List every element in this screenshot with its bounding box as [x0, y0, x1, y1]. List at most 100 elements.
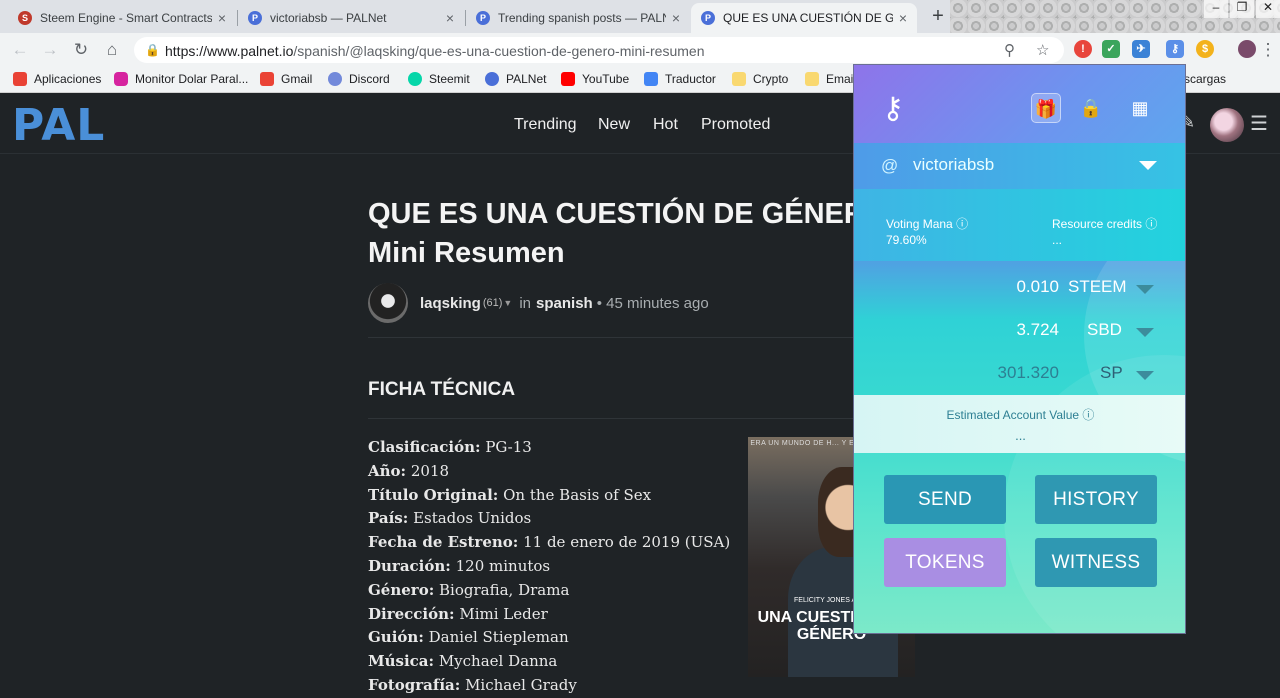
close-window-icon[interactable]: ✕ — [1256, 0, 1280, 18]
chevron-down-icon[interactable] — [1136, 285, 1154, 294]
spec-row: Clasificación: PG-13 — [368, 438, 532, 456]
tab-steem-engine[interactable]: S Steem Engine - Smart Contracts × — [8, 3, 236, 33]
post-title: QUE ES UNA CUESTIÓN DE GÉNERO Mini Resum… — [368, 198, 888, 269]
section-heading: FICHA TÉCNICA — [368, 379, 516, 400]
bookmark-traductor[interactable]: Traductor — [644, 72, 716, 86]
apps-grid-icon[interactable]: ▦ — [1125, 93, 1155, 123]
profile-avatar-icon[interactable] — [1238, 40, 1256, 58]
estimated-value-panel: Estimated Account Value ⓘ ... — [854, 395, 1185, 453]
instagram-icon — [114, 72, 128, 86]
bookmark-email[interactable]: Email — [805, 72, 856, 86]
at-icon: @ — [881, 156, 899, 175]
tab-title: victoriabsb — PALNet — [270, 11, 387, 25]
bookmark-crypto[interactable]: Crypto — [732, 72, 788, 86]
voting-mana-value: 79.60% — [886, 233, 927, 247]
translate-icon — [644, 72, 658, 86]
tab-active-article[interactable]: P QUE ES UNA CUESTIÓN DE GÉNERO × — [691, 3, 917, 33]
nav-hot[interactable]: Hot — [653, 116, 678, 134]
spec-row: País: Estados Unidos — [368, 509, 532, 528]
nav-trending[interactable]: Trending — [514, 116, 577, 134]
minimize-icon[interactable]: – — [1204, 0, 1228, 18]
tab-title: QUE ES UNA CUESTIÓN DE GÉNERO — [723, 11, 893, 25]
spec-row: Dirección: Mimi Leder — [368, 604, 548, 623]
spec-row: Título Original: On the Basis of Sex — [368, 485, 652, 504]
close-icon[interactable]: × — [218, 10, 226, 26]
youtube-icon — [561, 72, 575, 86]
bookmark-palnet[interactable]: PALNet — [485, 72, 546, 86]
chevron-down-icon[interactable] — [1139, 161, 1157, 170]
url-text: https://www.palnet.io/spanish/@laqsking/… — [165, 43, 705, 59]
history-button[interactable]: HISTORY — [1035, 475, 1157, 524]
palnet-icon: P — [248, 11, 262, 25]
steem-keychain-icon[interactable]: ⚷ — [1166, 40, 1184, 58]
extension-plane-icon[interactable]: ✈ — [1132, 40, 1150, 58]
browser-toolbar: ← → ↻ ⌂ 🔒 https://www.palnet.io/spanish/… — [0, 33, 1280, 66]
bookmark-discord[interactable]: Discord — [328, 72, 390, 86]
tab-victoriabsb[interactable]: P victoriabsb — PALNet × — [238, 3, 464, 33]
tab-title: Trending spanish posts — PALNet — [498, 11, 666, 25]
balance-row-steem[interactable]: 0.010 STEEM — [854, 265, 1185, 308]
palnet-icon: P — [701, 11, 715, 25]
extension-alert-icon[interactable]: ! — [1074, 40, 1092, 58]
lock-icon: 🔒 — [145, 43, 160, 57]
balance-row-sp[interactable]: 301.320 SP — [854, 351, 1185, 394]
home-icon[interactable]: ⌂ — [101, 39, 123, 61]
info-icon: ⓘ — [1082, 408, 1095, 422]
account-stats: Voting Mana ⓘ 79.60% Resource credits ⓘ … — [854, 189, 1185, 261]
send-button[interactable]: SEND — [884, 475, 1006, 524]
tab-trending-spanish[interactable]: P Trending spanish posts — PALNet × — [466, 3, 690, 33]
bookmark-apps[interactable]: Aplicaciones — [13, 72, 101, 86]
pal-logo[interactable]: PAL — [12, 104, 105, 148]
author-avatar[interactable] — [368, 283, 408, 323]
divider — [368, 418, 853, 419]
discord-icon — [328, 72, 342, 86]
menu-kebab-icon[interactable]: ⋮ — [1257, 39, 1279, 61]
back-icon[interactable]: ← — [9, 39, 31, 61]
restore-icon[interactable]: ❐ — [1230, 0, 1254, 18]
bookmark-descargas[interactable]: scargas — [1184, 72, 1226, 86]
hamburger-menu-icon[interactable]: ☰ — [1250, 111, 1268, 136]
close-icon[interactable]: × — [446, 10, 454, 26]
tokens-button[interactable]: TOKENS — [884, 538, 1006, 587]
account-selector[interactable]: @ victoriabsb — [854, 143, 1185, 189]
gift-icon[interactable]: 🎁 — [1031, 93, 1061, 123]
spec-row: Género: Biografia, Drama — [368, 580, 570, 599]
gmail-icon — [260, 72, 274, 86]
lock-icon[interactable]: 🔒 — [1076, 93, 1106, 123]
balance-row-sbd[interactable]: 3.724 SBD — [854, 308, 1185, 351]
chevron-down-icon[interactable] — [1136, 328, 1154, 337]
extension-shield-icon[interactable]: ✓ — [1102, 40, 1120, 58]
community-link[interactable]: spanish — [536, 295, 593, 312]
address-bar[interactable]: 🔒 https://www.palnet.io/spanish/@laqskin… — [134, 37, 1064, 63]
chevron-down-icon[interactable]: ▼ — [503, 298, 512, 308]
voting-mana-label: Voting Mana ⓘ — [886, 217, 969, 231]
folder-icon — [732, 72, 746, 86]
bookmark-steemit[interactable]: Steemit — [408, 72, 470, 86]
chevron-down-icon[interactable] — [1136, 371, 1154, 380]
spec-row: Fecha de Estreno: 11 de enero de 2019 (U… — [368, 533, 731, 552]
forward-icon[interactable]: → — [39, 39, 61, 61]
zoom-icon[interactable]: ⚲ — [1004, 41, 1015, 59]
nav-new[interactable]: New — [598, 116, 630, 134]
extension-coin-icon[interactable]: $ — [1196, 40, 1214, 58]
witness-button[interactable]: WITNESS — [1035, 538, 1157, 587]
bookmark-gmail[interactable]: Gmail — [260, 72, 312, 86]
nav-promoted[interactable]: Promoted — [701, 116, 770, 134]
palnet-icon: P — [476, 11, 490, 25]
resource-credits-value: ... — [1052, 233, 1063, 247]
post-time: • 45 minutes ago — [596, 294, 709, 312]
reload-icon[interactable]: ↻ — [70, 39, 92, 61]
plus-icon[interactable]: + — [927, 5, 949, 28]
spec-row: Música: Mychael Danna — [368, 652, 558, 671]
author-name[interactable]: laqsking — [420, 295, 481, 312]
close-icon[interactable]: × — [672, 10, 680, 26]
reputation-badge: (61) — [482, 297, 503, 309]
close-icon[interactable]: × — [899, 10, 907, 26]
star-icon[interactable]: ☆ — [1036, 41, 1049, 59]
user-avatar[interactable] — [1210, 108, 1244, 142]
bookmark-monitor-dolar[interactable]: Monitor Dolar Paral... — [114, 72, 248, 86]
spec-row: Duración: 120 minutos — [368, 556, 551, 575]
tab-strip: S Steem Engine - Smart Contracts × P vic… — [0, 0, 1280, 33]
bookmark-youtube[interactable]: YouTube — [561, 72, 629, 86]
steem-engine-icon: S — [18, 11, 32, 25]
